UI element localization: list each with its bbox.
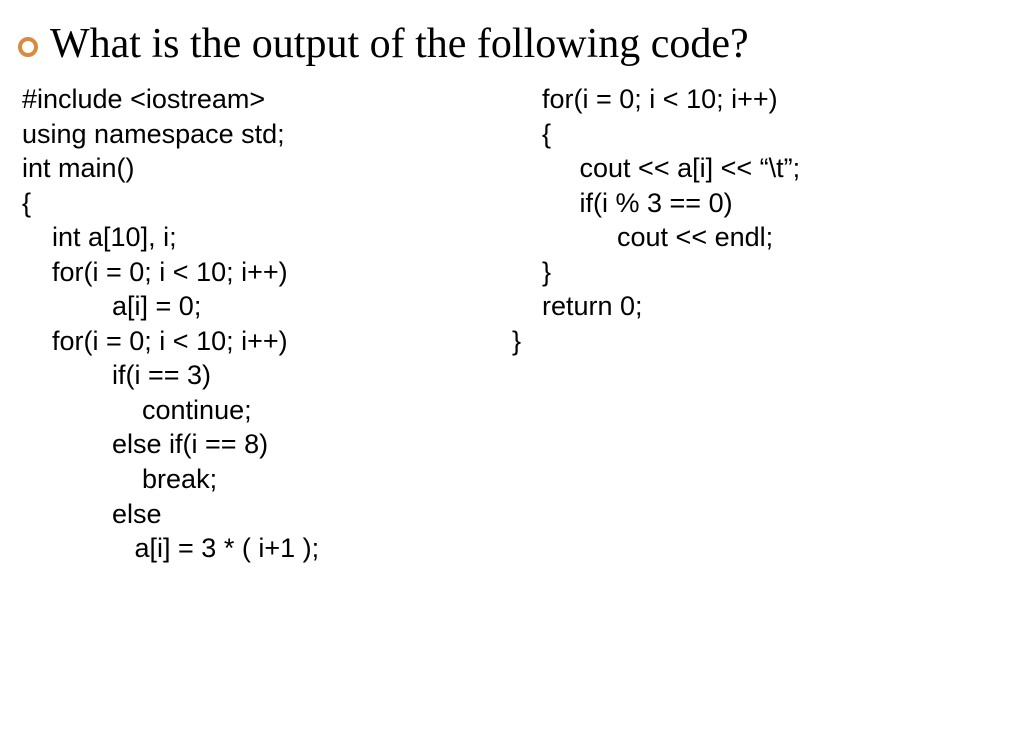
bullet-circle-icon	[18, 37, 38, 57]
code-right-column: for(i = 0; i < 10; i++) { cout << a[i] <…	[512, 82, 800, 566]
question-heading: What is the output of the following code…	[50, 20, 749, 68]
code-left-column: #include <iostream> using namespace std;…	[22, 82, 512, 566]
code-block: #include <iostream> using namespace std;…	[0, 68, 1024, 566]
heading-row: What is the output of the following code…	[0, 0, 1024, 68]
